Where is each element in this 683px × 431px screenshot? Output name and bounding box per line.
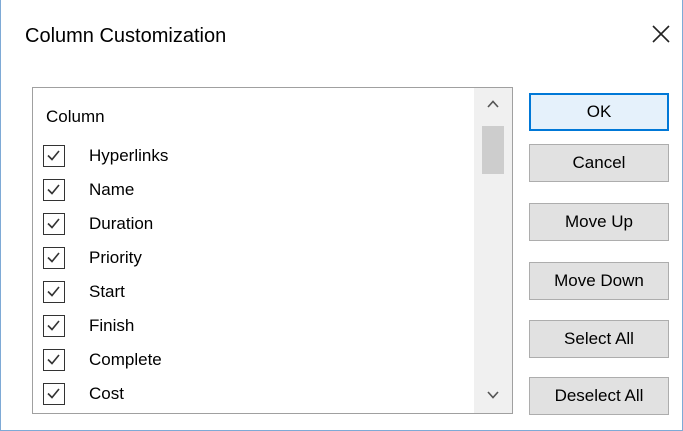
checkmark-icon bbox=[47, 150, 60, 161]
list-item-label: Name bbox=[89, 180, 135, 199]
checkbox-cost[interactable] bbox=[43, 383, 65, 405]
checkbox-name[interactable] bbox=[43, 179, 65, 201]
list-item-label: Cost bbox=[89, 384, 124, 403]
list-item[interactable]: Cost bbox=[33, 378, 473, 412]
list-item-label: Duration bbox=[89, 214, 154, 233]
checkbox-finish[interactable] bbox=[43, 315, 65, 337]
list-header: Column bbox=[46, 107, 105, 126]
scrollbar-thumb[interactable] bbox=[482, 126, 504, 174]
checkmark-icon bbox=[47, 354, 60, 365]
column-customization-dialog: Column Customization Column Hyperlinks N… bbox=[0, 0, 683, 431]
list-item[interactable]: Priority bbox=[33, 242, 473, 276]
dialog-title: Column Customization bbox=[25, 25, 227, 47]
list-item[interactable]: Complete bbox=[33, 344, 473, 378]
chevron-up-icon[interactable] bbox=[474, 88, 512, 122]
checkmark-icon bbox=[47, 252, 60, 263]
list-item-label: Hyperlinks bbox=[89, 146, 169, 165]
checkbox-start[interactable] bbox=[43, 281, 65, 303]
list-item[interactable]: Hyperlinks bbox=[33, 140, 473, 174]
checkbox-hyperlinks[interactable] bbox=[43, 145, 65, 167]
list-item-label: Priority bbox=[89, 248, 142, 267]
list-item[interactable]: Start bbox=[33, 276, 473, 310]
list-item[interactable]: Finish bbox=[33, 310, 473, 344]
list-item-label: Start bbox=[89, 282, 125, 301]
checkmark-icon bbox=[47, 286, 60, 297]
checkmark-icon bbox=[47, 320, 60, 331]
checkmark-icon bbox=[47, 184, 60, 195]
checkbox-priority[interactable] bbox=[43, 247, 65, 269]
list-item-label: Complete bbox=[89, 350, 162, 369]
vertical-scrollbar[interactable] bbox=[474, 88, 512, 413]
checkbox-duration[interactable] bbox=[43, 213, 65, 235]
list-item[interactable]: Name bbox=[33, 174, 473, 208]
select-all-button[interactable]: Select All bbox=[529, 320, 669, 358]
column-list: Hyperlinks Name Duration Priority Start … bbox=[33, 140, 473, 412]
checkmark-icon bbox=[47, 388, 60, 399]
checkmark-icon bbox=[47, 218, 60, 229]
chevron-down-icon[interactable] bbox=[474, 379, 512, 413]
deselect-all-button[interactable]: Deselect All bbox=[529, 377, 669, 415]
column-listbox[interactable]: Column Hyperlinks Name Duration Priority… bbox=[32, 87, 513, 414]
move-up-button[interactable]: Move Up bbox=[529, 203, 669, 241]
list-item[interactable]: Duration bbox=[33, 208, 473, 242]
checkbox-complete[interactable] bbox=[43, 349, 65, 371]
move-down-button[interactable]: Move Down bbox=[529, 262, 669, 300]
list-item-label: Finish bbox=[89, 316, 135, 335]
cancel-button[interactable]: Cancel bbox=[529, 144, 669, 182]
close-icon[interactable] bbox=[647, 20, 675, 48]
ok-button[interactable]: OK bbox=[529, 93, 669, 131]
